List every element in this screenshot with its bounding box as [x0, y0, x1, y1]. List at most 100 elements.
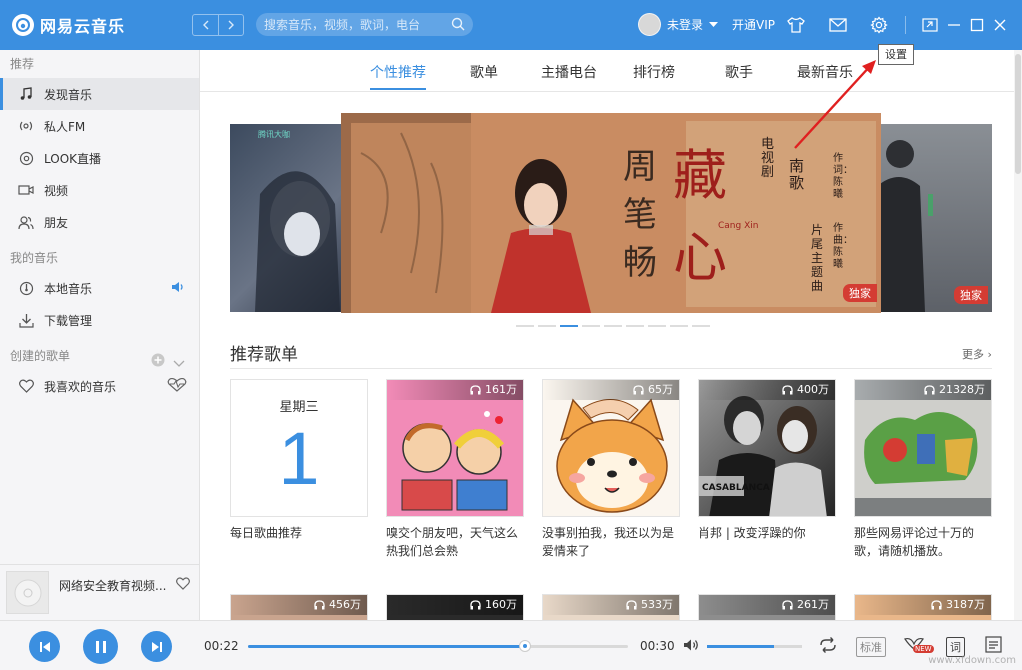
playlist-cover[interactable]: CASABLANCA 400万	[698, 379, 836, 517]
sidebar-item-personal-fm[interactable]: 私人FM	[0, 110, 199, 142]
heartbeat-mode-icon[interactable]	[167, 377, 187, 395]
sidebar-section-my-music: 我的音乐	[10, 251, 59, 265]
tab-playlists[interactable]: 歌单	[470, 62, 498, 88]
app-logo[interactable]: 网易云音乐	[12, 13, 125, 37]
carousel-dot[interactable]	[670, 325, 688, 327]
playlist-card[interactable]: 261万	[698, 594, 836, 620]
playlist-cover[interactable]: 533万	[542, 594, 680, 620]
play-count-value: 65万	[648, 383, 673, 396]
next-track-button[interactable]	[141, 631, 172, 662]
lyrics-button[interactable]: 词	[946, 637, 965, 657]
sidebar-item-discover-music[interactable]: 发现音乐	[0, 78, 199, 110]
playlist-card[interactable]: 456万	[230, 594, 368, 620]
search-icon[interactable]	[451, 17, 465, 34]
avatar[interactable]	[638, 13, 661, 36]
now-playing-title[interactable]: 网络安全教育视频...	[59, 577, 169, 594]
previous-track-button[interactable]	[29, 631, 60, 662]
play-count-value: 261万	[797, 598, 829, 611]
playlist-cover[interactable]: 261万	[698, 594, 836, 620]
carousel-dot[interactable]	[648, 325, 666, 327]
sidebar-item-video[interactable]: 视频	[0, 174, 199, 206]
sidebar-section-recommend: 推荐	[10, 57, 35, 71]
volume-slider[interactable]	[707, 645, 802, 648]
settings-button[interactable]	[869, 15, 889, 35]
card-title[interactable]: 肖邦 | 改变浮躁的你	[698, 524, 836, 560]
sidebar-item-friends[interactable]: 朋友	[0, 206, 199, 238]
minimize-button[interactable]	[944, 15, 964, 35]
card-title[interactable]: 每日歌曲推荐	[230, 524, 368, 560]
previous-icon	[39, 641, 50, 652]
now-playing-panel[interactable]: 网络安全教育视频...	[0, 564, 199, 620]
next-icon	[151, 641, 162, 652]
tab-personal-recommend[interactable]: 个性推荐	[370, 62, 426, 90]
playlist-card[interactable]: 65万 没事别拍我，我还以为是爱情来了	[542, 379, 680, 560]
carousel-dot[interactable]	[560, 325, 578, 327]
playlist-card[interactable]: CASABLANCA 400万 肖邦 | 改变浮躁的你	[698, 379, 836, 560]
playlist-card[interactable]: 161万 嗅交个朋友吧，天气这么热我们总会熟	[386, 379, 524, 560]
back-button[interactable]	[193, 15, 218, 35]
share-bird-icon[interactable]: NEW	[903, 635, 934, 658]
daily-calendar[interactable]: 星期三 1	[230, 379, 368, 517]
scrollbar-thumb[interactable]	[1015, 54, 1021, 174]
pause-button[interactable]	[83, 629, 118, 664]
carousel-dot[interactable]	[626, 325, 644, 327]
close-button[interactable]	[990, 15, 1010, 35]
like-heart-icon[interactable]	[176, 577, 190, 593]
playlist-queue-icon[interactable]	[985, 636, 1003, 657]
playlist-cover[interactable]: 3187万	[854, 594, 992, 620]
playlist-card[interactable]: 21328万 那些网易评论过十万的歌，请随机播放。	[854, 379, 992, 560]
card-title[interactable]: 没事别拍我，我还以为是爱情来了	[542, 524, 680, 560]
mini-mode-button[interactable]	[920, 15, 940, 35]
sidebar-item-downloads[interactable]: 下载管理	[0, 304, 199, 336]
tab-radio[interactable]: 主播电台	[541, 62, 597, 88]
playlist-cover[interactable]: 456万	[230, 594, 368, 620]
playlist-card[interactable]: 160万	[386, 594, 524, 620]
main-scrollbar[interactable]	[1014, 50, 1022, 620]
playlist-cover[interactable]: 21328万	[854, 379, 992, 517]
sidebar-item-label: 发现音乐	[44, 87, 93, 102]
sidebar-item-look-live[interactable]: LOOK直播	[0, 142, 199, 174]
headphones-icon	[470, 385, 481, 395]
card-title[interactable]: 嗅交个朋友吧，天气这么热我们总会熟	[386, 524, 524, 560]
banner-prev-slide[interactable]: 腾讯大咖	[230, 124, 342, 312]
playlist-cover[interactable]: 160万	[386, 594, 524, 620]
daily-recommend-card[interactable]: 星期三 1 每日歌曲推荐	[230, 379, 368, 560]
search-input[interactable]	[264, 17, 444, 32]
carousel-dot[interactable]	[538, 325, 556, 327]
playlist-card[interactable]: 533万	[542, 594, 680, 620]
skin-button[interactable]	[786, 15, 806, 35]
more-link[interactable]: 更多 ›	[962, 346, 992, 362]
quality-button[interactable]: 标准	[856, 637, 886, 657]
carousel-dot[interactable]	[516, 325, 534, 327]
open-vip-link[interactable]: 开通VIP	[732, 16, 775, 33]
progress-bar[interactable]	[248, 640, 628, 652]
card-title[interactable]: 那些网易评论过十万的歌，请随机播放。	[854, 524, 992, 560]
carousel-dot[interactable]	[582, 325, 600, 327]
user-area[interactable]: 未登录 开通VIP	[638, 13, 775, 36]
maximize-button[interactable]	[967, 15, 987, 35]
messages-button[interactable]	[828, 15, 848, 35]
loop-mode-icon[interactable]	[818, 637, 838, 656]
playlist-card[interactable]: 3187万	[854, 594, 992, 620]
banner-drama-name: 南歌	[789, 157, 805, 192]
section-title: 推荐歌单	[230, 345, 298, 365]
playlist-cover[interactable]: 161万	[386, 379, 524, 517]
tab-singers[interactable]: 歌手	[725, 62, 753, 88]
daily-date: 1	[278, 417, 320, 500]
banner-next-slide[interactable]: 独家	[880, 124, 992, 312]
sidebar-item-local-music[interactable]: 本地音乐	[0, 272, 199, 304]
title-bar: 网易云音乐 未登录 开通VIP	[0, 0, 1022, 50]
progress-handle[interactable]	[519, 640, 532, 652]
playlist-cover[interactable]: 65万	[542, 379, 680, 517]
sidebar-item-liked-music[interactable]: 我喜欢的音乐	[0, 370, 199, 402]
carousel-dot[interactable]	[692, 325, 710, 327]
album-cover[interactable]	[6, 571, 49, 614]
forward-button[interactable]	[218, 15, 243, 35]
volume-icon[interactable]	[683, 638, 700, 655]
carousel-dot[interactable]	[604, 325, 622, 327]
dropdown-arrow-icon[interactable]	[709, 21, 719, 28]
annotation-arrow-icon	[794, 60, 876, 149]
local-music-icon	[18, 280, 34, 296]
login-status[interactable]: 未登录	[667, 16, 703, 33]
tab-charts[interactable]: 排行榜	[633, 62, 675, 88]
